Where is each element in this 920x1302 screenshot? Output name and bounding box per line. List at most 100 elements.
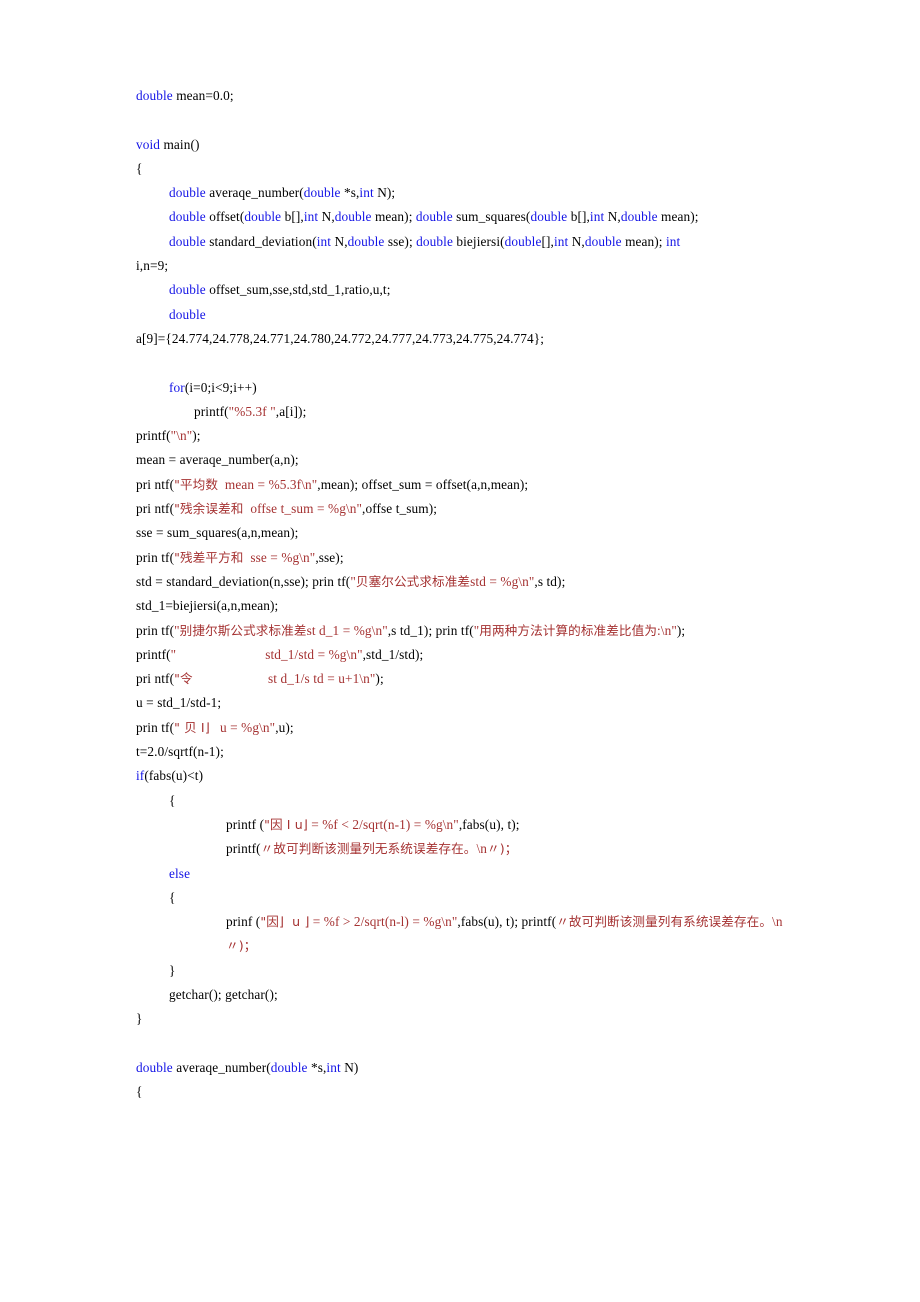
code-plain: N, <box>568 233 585 249</box>
code-string: :\n" <box>657 622 677 638</box>
code-plain: N); <box>373 185 396 201</box>
code-keyword: int <box>316 233 332 249</box>
code-plain: (fabs(u)<t) <box>144 768 204 784</box>
code-keyword: double <box>270 1059 308 1075</box>
code-keyword: double <box>334 209 372 225</box>
code-line: else <box>136 862 808 886</box>
code-keyword: int <box>359 185 374 201</box>
code-plain: ,a[i]); <box>275 403 307 419</box>
code-string: Ⅰ u⌋ <box>282 816 308 832</box>
code-plain: { <box>136 160 143 176</box>
code-keyword: double <box>169 233 206 249</box>
code-keyword: else <box>169 865 191 881</box>
code-plain: ,u); <box>275 719 294 735</box>
code-line: mean = averaqe_number(a,n); <box>136 448 808 472</box>
code-string: u ⌋ <box>283 914 310 930</box>
code-keyword: double <box>347 233 385 249</box>
code-line: std_1=biejiersi(a,n,mean); <box>136 594 808 618</box>
code-line: double offset_sum,sse,std,std_1,ratio,u,… <box>136 278 808 302</box>
code-plain: pri ntf( <box>136 476 175 492</box>
code-keyword: double <box>169 185 206 201</box>
code-string: 别捷尔斯公式求标准差 <box>179 622 307 638</box>
code-plain: { <box>136 1084 143 1100</box>
code-plain: ,mean); offset_sum = offset(a,n,mean); <box>317 476 529 492</box>
code-plain: ,s td); <box>534 573 566 589</box>
code-plain: t=2.0/sqrtf(n-1); <box>136 744 224 760</box>
code-plain: prin tf( <box>136 622 175 638</box>
code-keyword: double <box>136 88 173 103</box>
code-plain: printf ( <box>226 816 265 832</box>
code-keyword: double <box>504 233 542 249</box>
code-line: { <box>136 789 808 813</box>
code-line: { <box>136 1080 808 1104</box>
code-line: printf(" std_1/std = %g\n",std_1/std); <box>136 643 808 667</box>
code-string: "残差平方和 <box>174 549 244 565</box>
code-plain: prinf ( <box>226 914 261 930</box>
code-plain: i,n=9; <box>136 258 169 274</box>
code-line: pri ntf("令 st d_1/s td = u+1\n"); <box>136 667 808 691</box>
code-line: double offset(double b[],int N,double me… <box>136 205 808 229</box>
code-keyword: double <box>169 282 206 298</box>
code-plain: averaqe_number( <box>172 1059 271 1075</box>
code-keyword: double <box>620 209 658 225</box>
code-string: 用两种方法计算的标准差比值为 <box>479 622 658 638</box>
code-string: " std_1/std = %g\n" <box>170 646 363 662</box>
code-plain: pri ntf( <box>136 671 175 687</box>
code-plain: } <box>169 962 176 978</box>
code-plain: ,fabs(u), t); <box>458 816 520 832</box>
code-plain: sse); <box>384 233 417 249</box>
code-line: printf("%5.3f ",a[i]); <box>136 400 808 424</box>
code-plain: *s, <box>340 185 360 201</box>
code-plain: ,sse); <box>315 549 344 565</box>
code-plain: N, <box>331 233 348 249</box>
code-keyword: double <box>303 185 341 201</box>
code-string: "平均数 <box>174 476 219 492</box>
code-string: " 贝 I⌋ <box>174 719 210 735</box>
code-plain: ,fabs(u), t); printf( <box>457 914 557 930</box>
code-plain: standard_deviation( <box>205 233 317 249</box>
code-keyword: double <box>530 209 568 225</box>
code-plain: ,s td_1); prin tf( <box>387 622 474 638</box>
code-plain: ); <box>375 671 384 687</box>
code-plain: [], <box>541 233 554 249</box>
code-keyword: double <box>584 233 622 249</box>
code-string: "残余误差和 <box>174 501 244 517</box>
code-line: i,n=9; <box>136 254 808 278</box>
code-string: 〃)； <box>226 938 257 954</box>
code-string: "因⌋ <box>260 914 284 930</box>
code-plain: N) <box>340 1059 359 1075</box>
code-line: { <box>136 157 808 181</box>
code-string: mean = %5.3f\n" <box>218 476 318 492</box>
code-plain: biejiersi( <box>452 233 505 249</box>
code-plain: std_1=biejiersi(a,n,mean); <box>136 598 279 614</box>
code-string: "令 <box>174 671 193 687</box>
code-plain: { <box>169 792 176 808</box>
code-line: prin tf("残差平方和 sse = %g\n",sse); <box>136 546 808 570</box>
code-string: st d_1/s td = u+1\n" <box>192 671 376 687</box>
code-plain: printf( <box>194 403 229 419</box>
code-line: pri ntf("平均数 mean = %5.3f\n",mean); offs… <box>136 473 808 497</box>
code-line: void main() <box>136 133 808 157</box>
code-line: if(fabs(u)<t) <box>136 764 808 788</box>
code-line: getchar(); getchar(); <box>136 983 808 1007</box>
code-string: 贝塞尔公式求标准差 <box>355 573 471 589</box>
code-plain: N, <box>318 209 335 225</box>
code-plain: mean = averaqe_number(a,n); <box>136 452 299 468</box>
code-line: printf("\n"); <box>136 424 808 448</box>
code-plain: N, <box>604 209 621 225</box>
code-plain: ); <box>192 428 201 444</box>
code-plain: b[], <box>567 209 590 225</box>
code-keyword: int <box>553 233 569 249</box>
code-string: 〃故可判断该测量列有系统误差存在。 <box>556 914 773 930</box>
code-plain: printf( <box>136 428 171 444</box>
code-keyword: int <box>589 209 605 225</box>
code-plain: mean); <box>621 233 667 249</box>
code-keyword: void <box>136 136 161 152</box>
code-plain: ,offse t_sum); <box>362 501 438 517</box>
code-plain: printf( <box>226 841 261 857</box>
code-string: "%5.3f " <box>228 403 276 419</box>
code-keyword: double <box>244 209 282 225</box>
